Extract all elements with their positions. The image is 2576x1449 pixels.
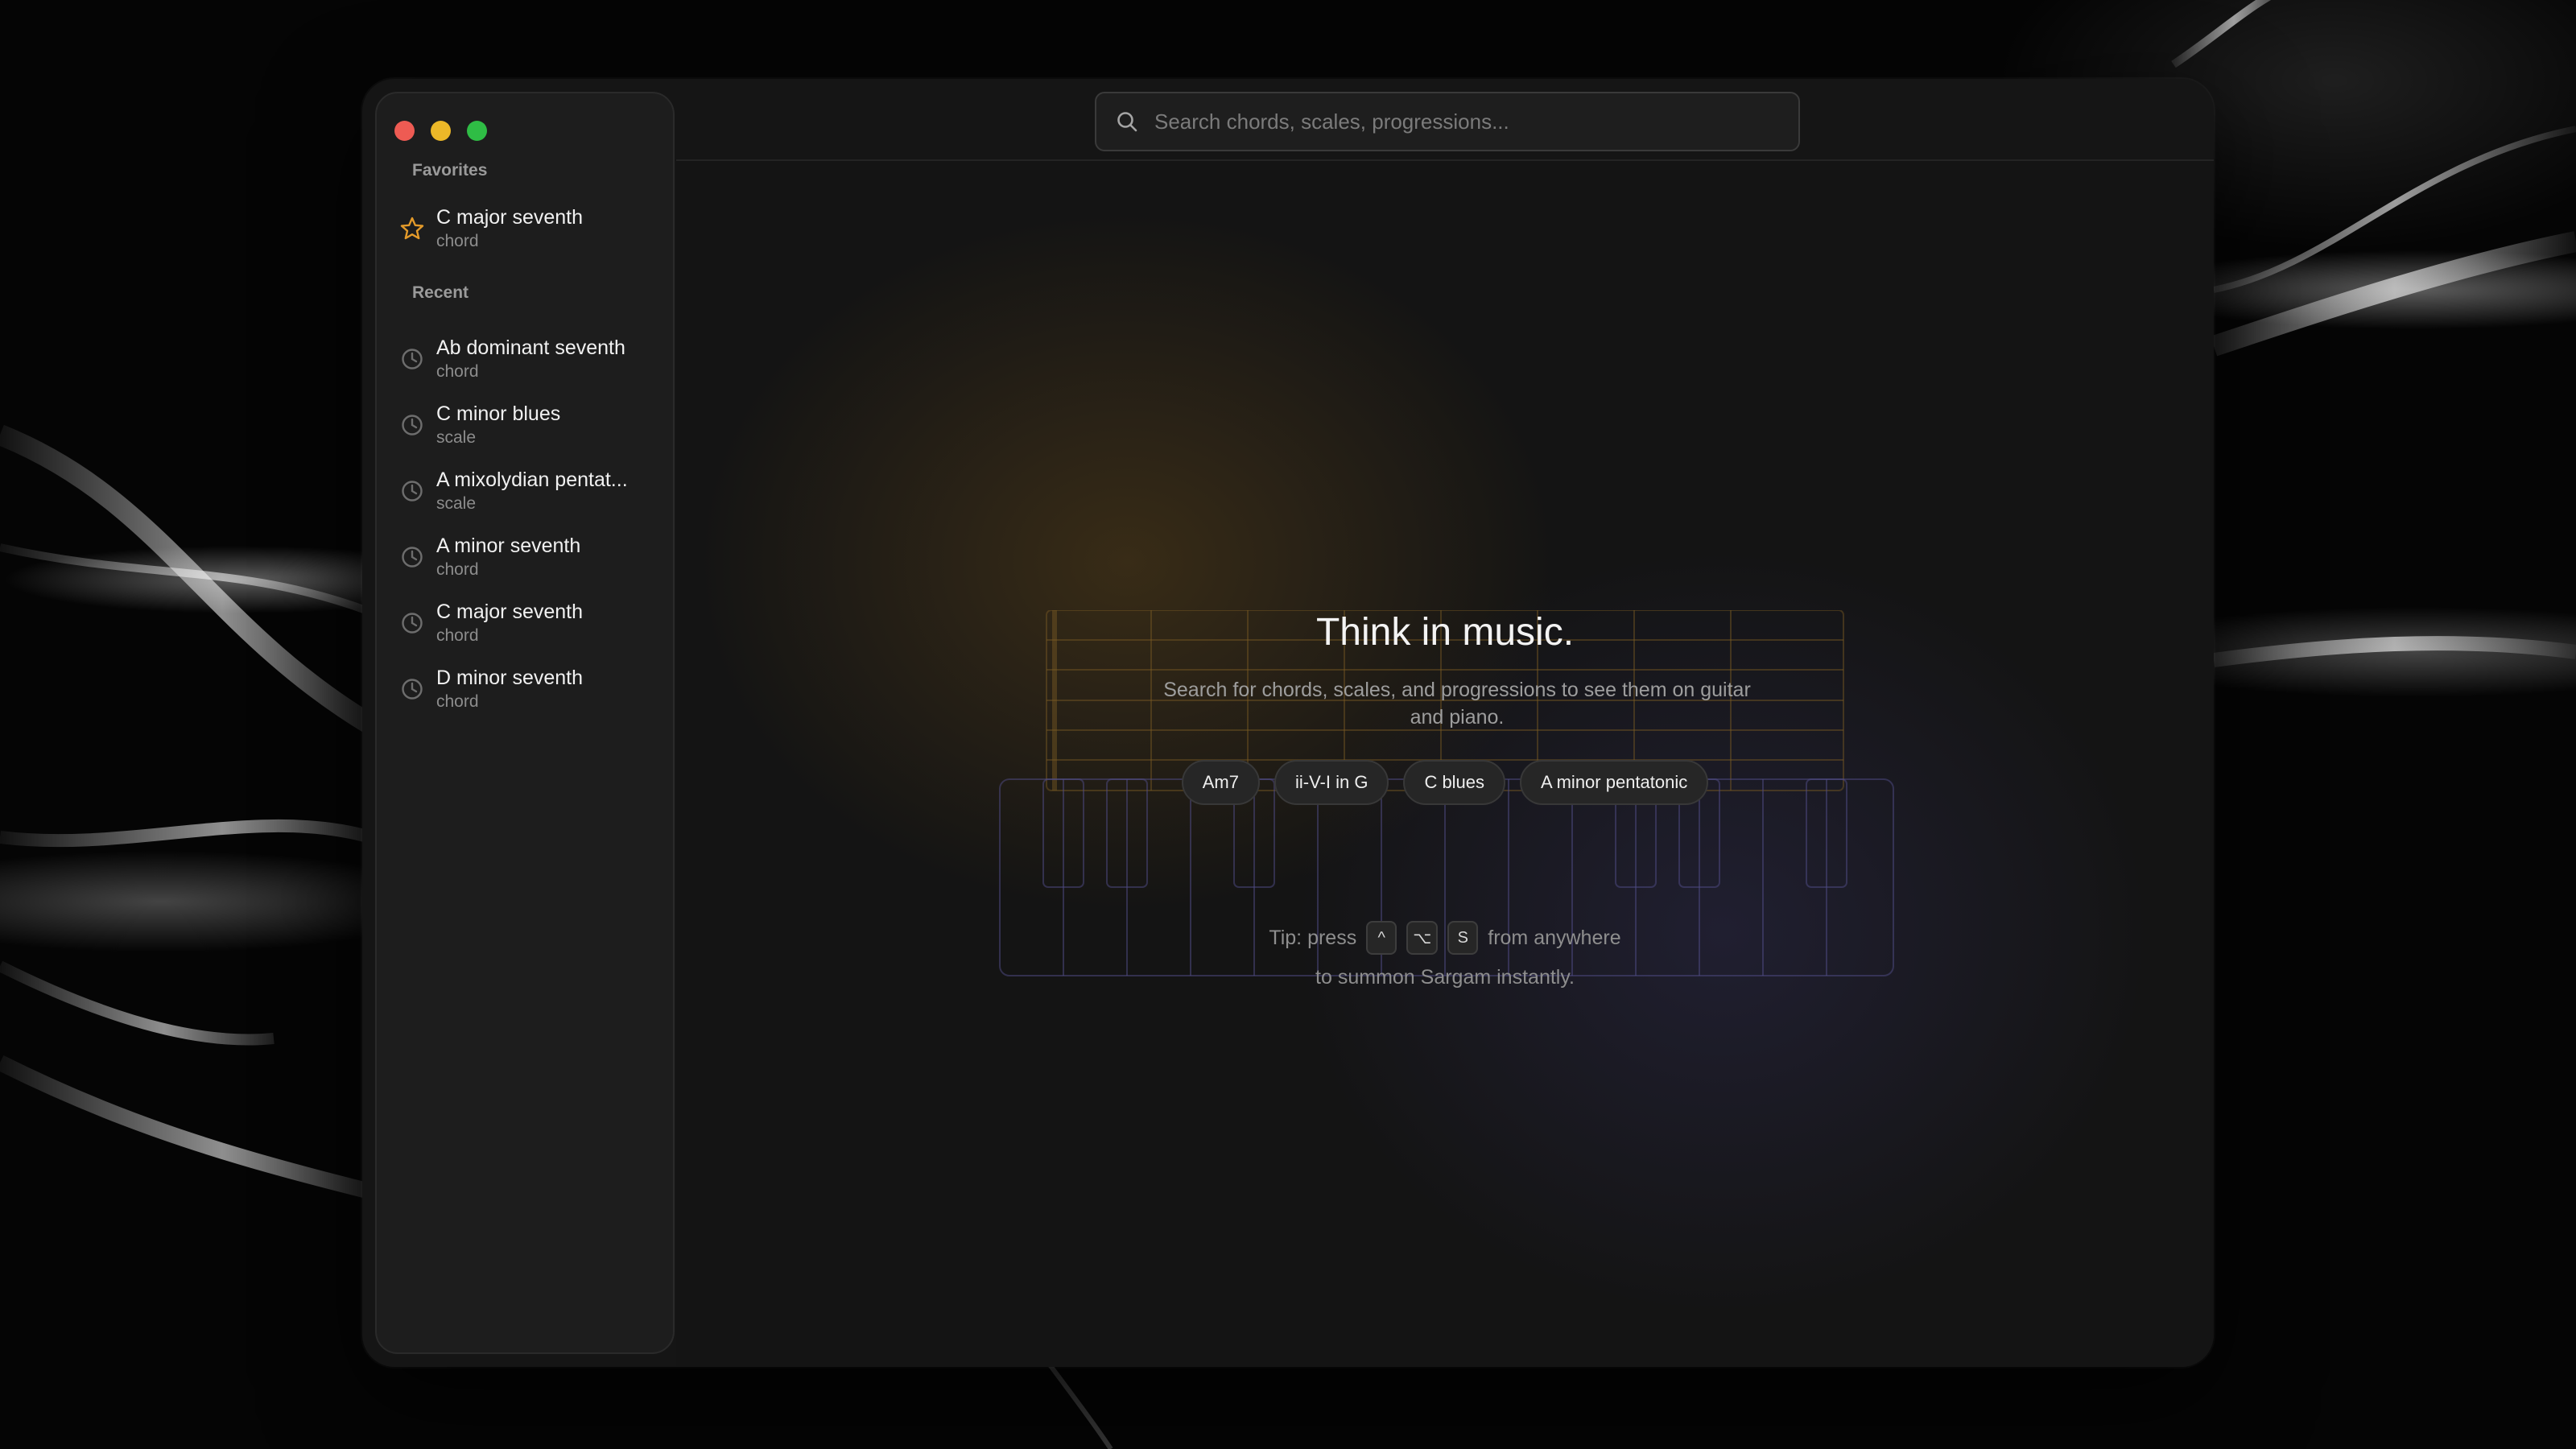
recent-item-c-minor-blues[interactable]: C minor blues scale: [396, 396, 662, 454]
clock-icon: [396, 413, 428, 437]
option-key-badge: ⌥: [1406, 921, 1439, 955]
favorite-item-type: chord: [436, 232, 479, 250]
clock-icon: [396, 347, 428, 371]
s-key-badge: S: [1447, 921, 1479, 955]
window-controls: [394, 121, 487, 141]
toolbar-divider: [676, 159, 2214, 161]
recent-item-name: C minor blues: [436, 402, 561, 425]
recent-item-name: D minor seventh: [436, 667, 584, 689]
favorite-item[interactable]: C major seventh chord: [396, 200, 662, 258]
recent-heading: Recent: [412, 283, 469, 302]
control-key-badge: ^: [1366, 921, 1397, 955]
search-input[interactable]: [1153, 108, 1798, 135]
minimize-window-button[interactable]: [431, 121, 451, 141]
clock-icon: [396, 545, 428, 569]
app-window: Favorites C major seventh chord Recent: [362, 79, 2214, 1367]
recent-item-name: A minor seventh: [436, 535, 581, 557]
suggestion-chip-a-minor-pentatonic[interactable]: A minor pentatonic: [1520, 760, 1709, 805]
clock-icon: [396, 677, 428, 701]
recent-item-c-major-seventh[interactable]: C major seventh chord: [396, 594, 662, 652]
recent-item-d-minor-seventh[interactable]: D minor seventh chord: [396, 660, 662, 718]
recent-item-type: chord: [436, 626, 479, 645]
recent-item-a-mixolydian-pentatonic[interactable]: A mixolydian pentat... scale: [396, 462, 662, 520]
clock-icon: [396, 611, 428, 635]
recent-item-name: Ab dominant seventh: [436, 336, 625, 359]
favorites-heading: Favorites: [412, 161, 488, 180]
recent-item-name: C major seventh: [436, 601, 584, 623]
search-bar[interactable]: [1095, 92, 1800, 151]
suggestion-chips: Am7 ii-V-I in G C blues A minor pentaton…: [676, 760, 2214, 805]
shortcut-tip: Tip: press ^ ⌥ S from anywhere: [676, 921, 2214, 955]
suggestion-chip-c-blues[interactable]: C blues: [1403, 760, 1506, 805]
recent-item-type: chord: [436, 560, 479, 579]
recent-item-type: chord: [436, 692, 479, 711]
empty-state-subtitle: Search for chords, scales, and progressi…: [1163, 679, 1751, 729]
favorite-item-name: C major seventh: [436, 206, 584, 229]
desktop-wallpaper: Favorites C major seventh chord Recent: [0, 0, 2576, 1449]
empty-state-title: Think in music.: [1315, 611, 1575, 654]
tip-suffix: from anywhere: [1488, 926, 1621, 949]
close-window-button[interactable]: [394, 121, 415, 141]
star-icon: [396, 216, 428, 242]
recent-item-type: scale: [436, 494, 477, 513]
clock-icon: [396, 479, 428, 503]
recent-item-name: A mixolydian pentat...: [436, 469, 628, 491]
recent-item-ab-dominant-seventh[interactable]: Ab dominant seventh chord: [396, 330, 662, 388]
recent-item-type: chord: [436, 362, 479, 381]
zoom-window-button[interactable]: [467, 121, 487, 141]
suggestion-chip-am7[interactable]: Am7: [1181, 760, 1260, 805]
recent-item-a-minor-seventh[interactable]: A minor seventh chord: [396, 528, 662, 586]
tip-prefix: Tip: press: [1269, 926, 1357, 949]
search-icon: [1116, 110, 1140, 133]
shortcut-tip-line2: to summon Sargam instantly.: [1315, 966, 1575, 989]
suggestion-chip-ii-v-i-in-g[interactable]: ii-V-I in G: [1274, 760, 1389, 805]
recent-item-type: scale: [436, 428, 477, 447]
sidebar: Favorites C major seventh chord Recent A…: [375, 92, 675, 1354]
